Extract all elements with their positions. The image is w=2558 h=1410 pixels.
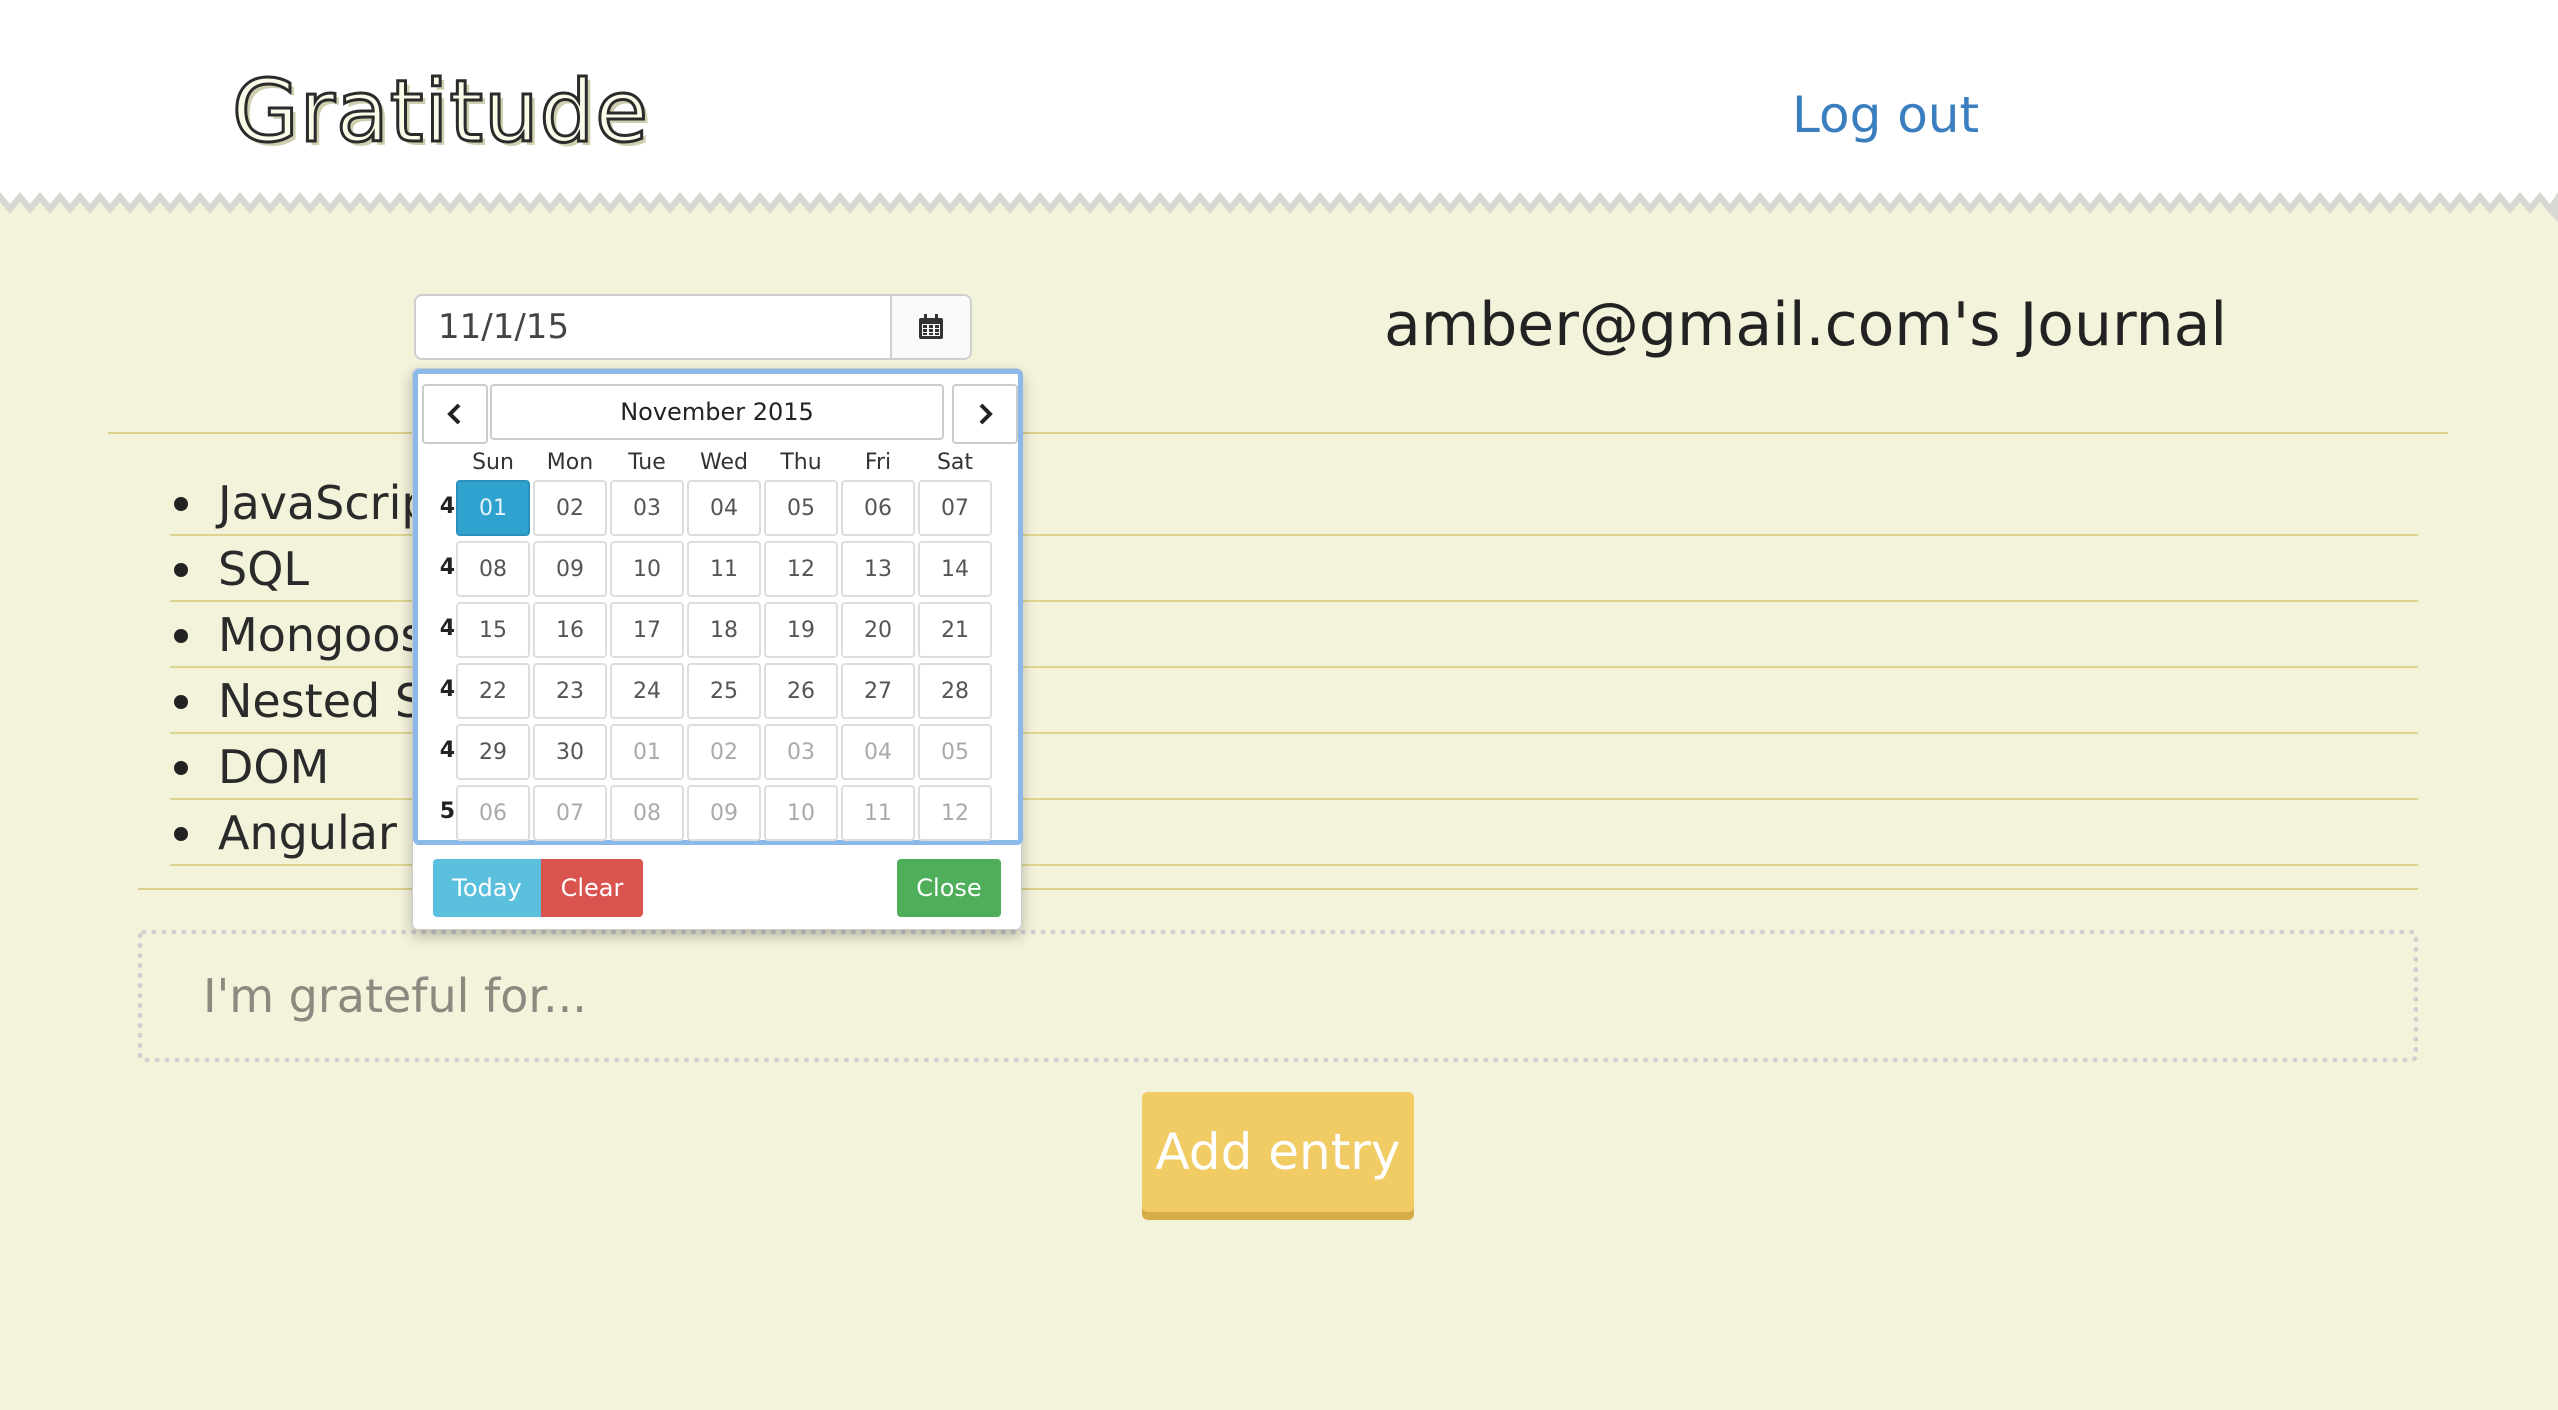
day-cell[interactable]: 29 xyxy=(456,724,530,780)
day-cell[interactable]: 04 xyxy=(841,724,915,780)
day-cell[interactable]: 21 xyxy=(918,602,992,658)
datepicker-calendar: November 2015 Sun Mon Tue Wed Thu Fri Sat 45 01 0… xyxy=(413,369,1023,845)
bullet-icon xyxy=(174,629,188,643)
day-cell[interactable]: 16 xyxy=(533,602,607,658)
day-cell[interactable]: 25 xyxy=(687,663,761,719)
month-title[interactable]: November 2015 xyxy=(490,384,944,440)
chevron-right-icon xyxy=(979,403,993,425)
day-cell[interactable]: 10 xyxy=(764,785,838,841)
brand-logo[interactable]: Gratitude xyxy=(230,61,649,164)
day-cell[interactable]: 12 xyxy=(764,541,838,597)
weekday-header: Sat xyxy=(936,450,974,475)
day-cell[interactable]: 08 xyxy=(610,785,684,841)
day-cell[interactable]: 13 xyxy=(841,541,915,597)
day-cell[interactable]: 19 xyxy=(764,602,838,658)
date-picker-input-group xyxy=(414,294,972,360)
day-cell[interactable]: 07 xyxy=(533,785,607,841)
list-item-text: SQL xyxy=(218,542,310,596)
day-cell[interactable]: 26 xyxy=(764,663,838,719)
day-cell[interactable]: 08 xyxy=(456,541,530,597)
gratitude-input[interactable] xyxy=(143,935,2413,1057)
chevron-left-icon xyxy=(447,403,461,425)
clear-button[interactable]: Clear xyxy=(541,859,643,917)
date-input[interactable] xyxy=(416,296,894,358)
weekday-header: Fri xyxy=(864,450,892,475)
day-cell[interactable]: 03 xyxy=(764,724,838,780)
day-cell[interactable]: 20 xyxy=(841,602,915,658)
bullet-icon xyxy=(174,563,188,577)
day-cell[interactable]: 10 xyxy=(610,541,684,597)
day-cell[interactable]: 06 xyxy=(456,785,530,841)
day-cell[interactable]: 09 xyxy=(533,541,607,597)
day-cell[interactable]: 05 xyxy=(764,480,838,536)
day-cell[interactable]: 09 xyxy=(687,785,761,841)
today-button[interactable]: Today xyxy=(433,859,541,917)
prev-month-button[interactable] xyxy=(422,384,488,444)
bullet-icon xyxy=(174,695,188,709)
day-cell[interactable]: 17 xyxy=(610,602,684,658)
journal-title: amber@gmail.com's Journal xyxy=(1384,290,2228,360)
logout-link[interactable]: Log out xyxy=(1792,86,1979,144)
day-cell[interactable]: 07 xyxy=(918,480,992,536)
day-cell[interactable]: 05 xyxy=(918,724,992,780)
header: Gratitude Log out xyxy=(0,0,2558,196)
header-zigzag-border xyxy=(0,192,2558,222)
day-cell[interactable]: 12 xyxy=(918,785,992,841)
day-cell[interactable]: 01 xyxy=(610,724,684,780)
day-cell[interactable]: 06 xyxy=(841,480,915,536)
bullet-icon xyxy=(174,497,188,511)
list-item-text: DOM xyxy=(218,740,330,794)
day-cell[interactable]: 14 xyxy=(918,541,992,597)
bullet-icon xyxy=(174,827,188,841)
day-cell[interactable]: 30 xyxy=(533,724,607,780)
day-cell[interactable]: 27 xyxy=(841,663,915,719)
next-month-button[interactable] xyxy=(952,384,1018,444)
calendar-icon xyxy=(919,314,943,339)
weekday-header: Mon xyxy=(546,450,594,475)
close-button[interactable]: Close xyxy=(897,859,1001,917)
day-cell[interactable]: 28 xyxy=(918,663,992,719)
day-cell[interactable]: 02 xyxy=(687,724,761,780)
weekday-header: Thu xyxy=(780,450,822,475)
day-cell[interactable]: 03 xyxy=(610,480,684,536)
bullet-icon xyxy=(174,761,188,775)
day-cell[interactable]: 02 xyxy=(533,480,607,536)
day-cell[interactable]: 11 xyxy=(687,541,761,597)
day-cell[interactable]: 18 xyxy=(687,602,761,658)
day-cell[interactable]: 15 xyxy=(456,602,530,658)
weekday-header: Sun xyxy=(472,450,514,475)
day-cell[interactable]: 23 xyxy=(533,663,607,719)
day-cell[interactable]: 22 xyxy=(456,663,530,719)
list-item-text: Angular xyxy=(218,806,397,860)
day-cell[interactable]: 04 xyxy=(687,480,761,536)
weekday-header: Wed xyxy=(700,450,748,475)
day-cell[interactable]: 11 xyxy=(841,785,915,841)
day-cell-selected[interactable]: 01 xyxy=(456,480,530,536)
datepicker-popup: November 2015 Sun Mon Tue Wed Thu Fri Sat 45 01 0… xyxy=(412,368,1023,930)
add-entry-button[interactable]: Add entry xyxy=(1142,1092,1414,1212)
entry-box xyxy=(138,930,2418,1062)
day-cell[interactable]: 24 xyxy=(610,663,684,719)
calendar-button[interactable] xyxy=(890,296,970,358)
weekday-header: Tue xyxy=(628,450,666,475)
